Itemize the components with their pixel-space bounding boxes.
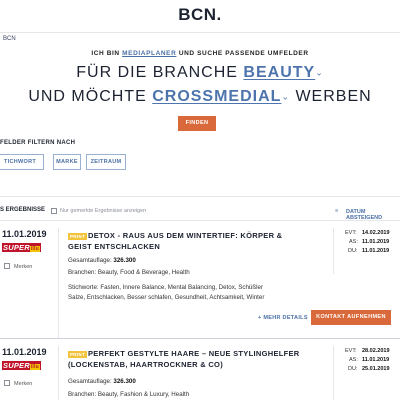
- circulation-value: 326.300: [113, 378, 136, 385]
- branches: Branchen: Beauty, Food & Beverage, Healt…: [68, 269, 190, 276]
- logo-text: BCN: [178, 5, 217, 24]
- du-label: DU:: [348, 248, 358, 254]
- item-date: 11.01.2019: [2, 347, 47, 357]
- as-date: 11.01.2019: [362, 238, 389, 247]
- saved-only-checkbox[interactable]: [51, 208, 57, 214]
- du-value: 11.01.2019: [362, 248, 390, 254]
- contact-button[interactable]: KONTAKT AUFNEHMEN: [311, 310, 391, 325]
- hero-intro-line: ICH BIN MEDIAPLANER UND SUCHE PASSENDE U…: [0, 50, 400, 57]
- circulation-label: Gesamtauflage:: [68, 257, 112, 264]
- hero-branch-line: FÜR DIE BRANCHE BEAUTY⌄: [0, 64, 400, 82]
- keywords: Stichworte: Fasten, Innere Balance, Ment…: [68, 284, 264, 291]
- filter-keyword-button[interactable]: TICHWORT: [0, 154, 44, 170]
- evt-value: 28.02.2019: [362, 348, 390, 354]
- print-badge: PRINT: [68, 351, 87, 358]
- evt-date: 14.02.2019: [362, 229, 390, 238]
- chevron-down-icon[interactable]: ⌄: [315, 67, 324, 77]
- item-title[interactable]: PERFEKT GESTYLTE HAARE – NEUE STYLINGHEL…: [88, 348, 300, 359]
- branches: Branchen: Beauty, Fashion & Luxury, Heal…: [68, 391, 190, 398]
- as-value: 11.01.2019: [362, 357, 390, 363]
- evt-label: EVT:: [345, 230, 357, 236]
- as-value: 11.01.2019: [362, 239, 390, 245]
- evt-label: EVT:: [345, 348, 357, 354]
- filter-brand-button[interactable]: MARKE: [53, 154, 81, 170]
- channel-suffix: WERBEN: [295, 88, 372, 105]
- as-label: AS:: [349, 239, 358, 245]
- dates-divider: [333, 346, 334, 400]
- channel-prefix: UND MÖCHTE: [28, 88, 147, 105]
- branch-prefix: FÜR DIE BRANCHE: [76, 64, 238, 81]
- filter-label: FELDER FILTERN NACH: [0, 140, 76, 146]
- brand-suffix: illu: [29, 364, 40, 370]
- more-details-link[interactable]: + MEHR DETAILS: [258, 315, 308, 321]
- hero-suffix: UND SUCHE PASSENDE UMFELDER: [178, 50, 309, 57]
- merken-label: Merken: [14, 381, 33, 387]
- as-label: AS:: [349, 357, 358, 363]
- merken-label: Merken: [14, 264, 33, 270]
- evt-date: 28.02.2019: [362, 347, 390, 356]
- sort-icon[interactable]: ≡: [335, 208, 338, 214]
- hero-prefix: ICH BIN: [91, 50, 120, 57]
- branch-selector[interactable]: BEAUTY: [243, 64, 315, 81]
- circulation: Gesamtauflage: 326.300: [68, 256, 136, 265]
- item-title[interactable]: DETOX - RAUS AUS DEM WINTERTIEF: KÖRPER …: [88, 230, 282, 241]
- du-date: 11.01.2019: [362, 247, 389, 256]
- item-title-cont[interactable]: (LOCKENSTAB, HAARTROCKNER & CO): [68, 359, 223, 370]
- circulation-label: Gesamtauflage:: [68, 378, 112, 385]
- merken-checkbox[interactable]: [4, 263, 10, 269]
- logo-dot: .: [216, 5, 222, 24]
- super-illu-logo: SUPERillu: [2, 361, 41, 370]
- keywords-cont: Salze, Entschlacken, Besser schlafen, Ge…: [68, 294, 265, 301]
- item-divider: [0, 338, 400, 339]
- super-illu-logo: SUPERillu: [2, 243, 41, 252]
- saved-only-label: Nur gemerkte Ergebnisse anzeigen: [60, 208, 147, 214]
- column-divider: [58, 346, 59, 400]
- bcn-logo[interactable]: BCN.: [0, 5, 400, 25]
- dates-divider: [333, 228, 334, 274]
- merken-checkbox[interactable]: [4, 380, 10, 386]
- results-count-label: S ERGEBNISSE: [0, 207, 46, 213]
- find-button[interactable]: FINDEN: [178, 116, 216, 131]
- evt-value: 14.02.2019: [362, 230, 390, 236]
- du-date: 25.01.2019: [362, 365, 390, 374]
- brand-name: SUPER: [3, 243, 30, 252]
- hero-channel-line: UND MÖCHTE CROSSMEDIAL⌄ WERBEN: [0, 88, 400, 106]
- brand-name: SUPER: [3, 361, 30, 370]
- circulation-value: 326.300: [113, 257, 136, 264]
- du-value: 25.01.2019: [362, 366, 390, 372]
- section-divider: [0, 196, 400, 197]
- results-divider: [0, 220, 400, 221]
- item-date: 11.01.2019: [2, 229, 47, 239]
- item-title-cont[interactable]: GEIST ENTSCHLACKEN: [68, 241, 160, 252]
- channel-selector[interactable]: CROSSMEDIAL: [152, 88, 281, 105]
- circulation: Gesamtauflage: 326.300: [68, 377, 136, 386]
- column-divider: [58, 228, 59, 338]
- print-badge: PRINT: [68, 233, 87, 240]
- brand-suffix: illu: [29, 246, 40, 252]
- breadcrumb[interactable]: BCN: [3, 36, 16, 42]
- as-date: 11.01.2019: [362, 356, 389, 365]
- chevron-down-icon[interactable]: ⌄: [281, 91, 290, 101]
- role-selector[interactable]: MEDIAPLANER: [122, 50, 176, 57]
- filter-period-button[interactable]: ZEITRAUM: [86, 154, 126, 170]
- du-label: DU:: [348, 366, 358, 372]
